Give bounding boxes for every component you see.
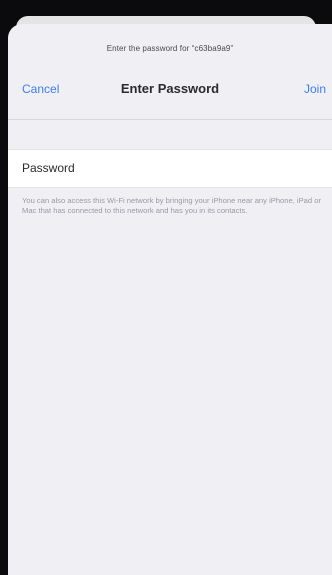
navigation-bar: Cancel Enter Password Join — [8, 70, 332, 110]
screen: Enter the password for “c63ba9a9” Cancel… — [0, 0, 332, 575]
nav-divider — [8, 119, 332, 120]
join-button[interactable]: Join — [304, 82, 326, 96]
password-label: Password — [22, 161, 75, 175]
password-input[interactable] — [98, 156, 322, 182]
wifi-password-sheet: Enter the password for “c63ba9a9” Cancel… — [8, 24, 332, 575]
page-title: Enter Password — [120, 81, 220, 96]
password-row[interactable]: Password — [8, 149, 332, 188]
footnote-text: You can also access this Wi-Fi network b… — [22, 196, 321, 215]
password-prompt: Enter the password for “c63ba9a9” — [106, 44, 234, 53]
